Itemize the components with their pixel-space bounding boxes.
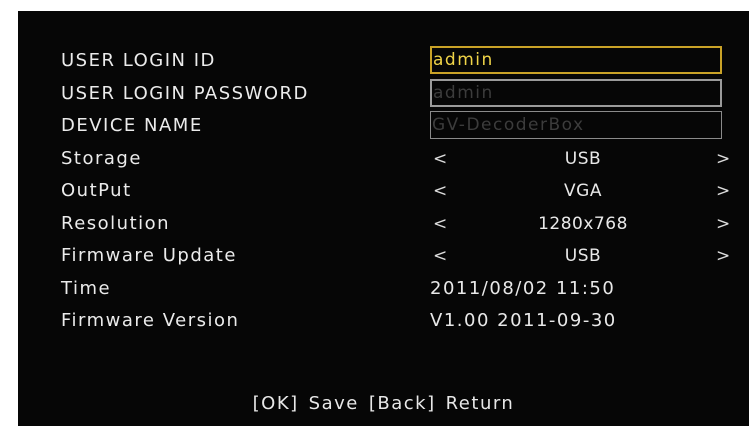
time-value: 2011/08/02 11:50 [430, 278, 616, 299]
device-name-label: DEVICE NAME [61, 115, 203, 136]
storage-label: Storage [61, 148, 142, 169]
login-id-label: USER LOGIN ID [61, 50, 216, 71]
row-resolution: Resolution < 1280x768 > [18, 208, 749, 240]
settings-screen: USER LOGIN ID admin USER LOGIN PASSWORD … [18, 11, 749, 426]
row-storage: Storage < USB > [18, 143, 749, 175]
time-label: Time [61, 278, 112, 299]
firmware-update-value: USB [564, 246, 602, 266]
output-prev-button[interactable]: < [433, 175, 447, 207]
device-name-input[interactable]: GV-DecoderBox [430, 111, 722, 139]
output-value: VGA [564, 181, 602, 201]
footer-hint: [OK] Save [Back] Return [18, 389, 749, 419]
row-firmware-update: Firmware Update < USB > [18, 240, 749, 272]
firmware-version-label: Firmware Version [61, 310, 240, 331]
row-login-id: USER LOGIN ID admin [18, 45, 749, 77]
login-id-input[interactable]: admin [430, 46, 722, 74]
resolution-value: 1280x768 [538, 214, 628, 234]
ok-key-hint[interactable]: [OK] [253, 393, 299, 414]
resolution-next-button[interactable]: > [716, 208, 730, 240]
firmware-update-next-button[interactable]: > [716, 240, 730, 272]
row-time: Time 2011/08/02 11:50 [18, 273, 749, 305]
row-login-password: USER LOGIN PASSWORD admin [18, 78, 749, 110]
storage-value: USB [564, 149, 602, 169]
row-device-name: DEVICE NAME GV-DecoderBox [18, 110, 749, 142]
resolution-label: Resolution [61, 213, 171, 234]
output-label: OutPut [61, 180, 132, 201]
row-output: OutPut < VGA > [18, 175, 749, 207]
output-next-button[interactable]: > [716, 175, 730, 207]
storage-next-button[interactable]: > [716, 143, 730, 175]
return-action-label: Return [445, 393, 515, 414]
login-password-label: USER LOGIN PASSWORD [61, 83, 309, 104]
resolution-prev-button[interactable]: < [433, 208, 447, 240]
firmware-update-prev-button[interactable]: < [433, 240, 447, 272]
back-key-hint[interactable]: [Back] [369, 393, 436, 414]
save-action-label: Save [308, 393, 359, 414]
firmware-version-value: V1.00 2011-09-30 [430, 310, 617, 331]
row-firmware-version: Firmware Version V1.00 2011-09-30 [18, 305, 749, 337]
firmware-update-label: Firmware Update [61, 245, 237, 266]
storage-prev-button[interactable]: < [433, 143, 447, 175]
login-password-input[interactable]: admin [430, 79, 722, 107]
